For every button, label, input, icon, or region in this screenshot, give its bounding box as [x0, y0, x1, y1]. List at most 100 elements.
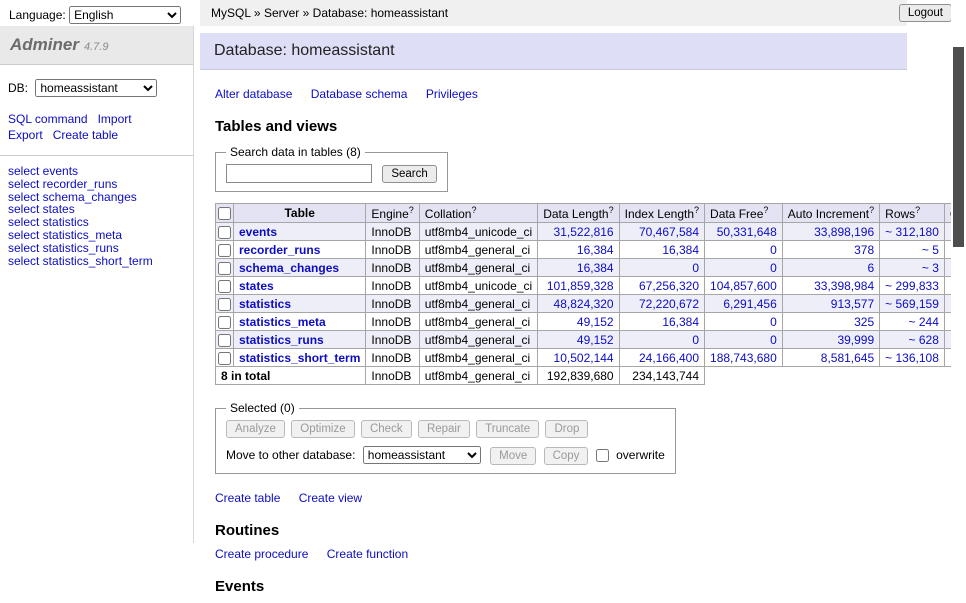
data-length-link[interactable]: 48,824,320: [554, 297, 614, 311]
index-length-cell[interactable]: 24,166,400: [619, 349, 704, 367]
index-length-link[interactable]: 0: [692, 261, 699, 275]
rows-cell[interactable]: ~ 5: [880, 241, 945, 259]
privileges-link[interactable]: Privileges: [426, 87, 478, 101]
index-length-link[interactable]: 70,467,584: [639, 225, 699, 239]
index-length-cell[interactable]: 0: [619, 331, 704, 349]
sidebar-item-select-statistics-runs[interactable]: select statistics_runs: [8, 242, 185, 255]
row-checkbox[interactable]: [218, 298, 231, 311]
index-length-link[interactable]: 0: [692, 333, 699, 347]
data-length-link[interactable]: 49,152: [577, 315, 614, 329]
data-length-cell[interactable]: 10,502,144: [538, 349, 619, 367]
data-length-cell[interactable]: 48,824,320: [538, 295, 619, 313]
table-link[interactable]: recorder_runs: [239, 243, 320, 257]
row-checkbox-cell[interactable]: [216, 277, 234, 295]
sidebar-item-select-statistics-meta[interactable]: select statistics_meta: [8, 229, 185, 242]
language-select[interactable]: English: [69, 6, 181, 24]
rows-cell[interactable]: ~ 569,159: [880, 295, 945, 313]
rows-cell[interactable]: ~ 136,108: [880, 349, 945, 367]
move-button[interactable]: Move: [490, 447, 536, 465]
move-database-select[interactable]: homeassistant: [363, 446, 481, 464]
help-link[interactable]: ?: [609, 205, 614, 215]
help-link[interactable]: ?: [694, 205, 699, 215]
index-length-link[interactable]: 16,384: [662, 315, 699, 329]
index-length-link[interactable]: 16,384: [662, 243, 699, 257]
row-checkbox[interactable]: [218, 262, 231, 275]
create-function-link[interactable]: Create function: [327, 547, 408, 561]
index-length-cell[interactable]: 16,384: [619, 313, 704, 331]
rows-cell[interactable]: ~ 299,833: [880, 277, 945, 295]
breadcrumb-server-link[interactable]: Server: [264, 6, 299, 20]
data-length-link[interactable]: 49,152: [577, 333, 614, 347]
data-length-link[interactable]: 101,859,328: [547, 279, 614, 293]
help-link[interactable]: ?: [471, 205, 476, 215]
help-link[interactable]: ?: [763, 205, 768, 215]
data-length-link[interactable]: 31,522,816: [554, 225, 614, 239]
row-checkbox[interactable]: [218, 226, 231, 239]
app-name[interactable]: Adminer: [10, 35, 79, 54]
breadcrumb-mysql-link[interactable]: MySQL: [211, 6, 251, 20]
table-link[interactable]: events: [239, 225, 277, 239]
create-table-link[interactable]: Create table: [215, 491, 280, 505]
data-length-cell[interactable]: 49,152: [538, 313, 619, 331]
row-checkbox-cell[interactable]: [216, 313, 234, 331]
data-length-link[interactable]: 16,384: [577, 243, 614, 257]
overwrite-checkbox[interactable]: [596, 449, 609, 462]
row-checkbox-cell[interactable]: [216, 223, 234, 241]
table-link[interactable]: statistics_runs: [239, 333, 324, 347]
sidebar-item-select-events[interactable]: select events: [8, 165, 185, 178]
data-length-link[interactable]: 10,502,144: [554, 351, 614, 365]
data-length-cell[interactable]: 31,522,816: [538, 223, 619, 241]
sidebar-item-select-recorder-runs[interactable]: select recorder_runs: [8, 178, 185, 191]
rows-link[interactable]: ~ 3: [922, 261, 939, 275]
help-link[interactable]: ?: [915, 205, 920, 215]
sidebar-link-export[interactable]: Export: [8, 128, 43, 142]
row-checkbox[interactable]: [218, 280, 231, 293]
data-length-cell[interactable]: 49,152: [538, 331, 619, 349]
index-length-link[interactable]: 67,256,320: [639, 279, 699, 293]
scrollbar[interactable]: [951, 0, 966, 543]
row-checkbox-cell[interactable]: [216, 349, 234, 367]
data-length-cell[interactable]: 16,384: [538, 241, 619, 259]
analyze-button[interactable]: Analyze: [226, 420, 285, 438]
sidebar-item-select-statistics-short-term[interactable]: select statistics_short_term: [8, 255, 185, 268]
table-link[interactable]: statistics_short_term: [239, 351, 360, 365]
table-link[interactable]: states: [239, 279, 274, 293]
rows-cell[interactable]: ~ 244: [880, 313, 945, 331]
help-link[interactable]: ?: [869, 205, 874, 215]
database-schema-link[interactable]: Database schema: [311, 87, 408, 101]
copy-button[interactable]: Copy: [544, 447, 589, 465]
create-view-link[interactable]: Create view: [299, 491, 362, 505]
select-all-checkbox[interactable]: [218, 207, 231, 220]
search-tables-input[interactable]: [226, 164, 372, 183]
repair-button[interactable]: Repair: [418, 420, 470, 438]
table-link[interactable]: statistics: [239, 297, 291, 311]
alter-database-link[interactable]: Alter database: [215, 87, 292, 101]
rows-link[interactable]: ~ 569,159: [885, 297, 939, 311]
help-link[interactable]: ?: [409, 205, 414, 215]
index-length-cell[interactable]: 70,467,584: [619, 223, 704, 241]
row-checkbox[interactable]: [218, 316, 231, 329]
row-checkbox-cell[interactable]: [216, 331, 234, 349]
rows-link[interactable]: ~ 312,180: [885, 225, 939, 239]
table-link[interactable]: schema_changes: [239, 261, 339, 275]
index-length-cell[interactable]: 72,220,672: [619, 295, 704, 313]
truncate-button[interactable]: Truncate: [476, 420, 539, 438]
overwrite-label[interactable]: overwrite: [616, 448, 665, 462]
row-checkbox[interactable]: [218, 244, 231, 257]
rows-cell[interactable]: ~ 3: [880, 259, 945, 277]
scrollbar-thumb[interactable]: [953, 47, 964, 247]
row-checkbox-cell[interactable]: [216, 241, 234, 259]
row-checkbox-cell[interactable]: [216, 295, 234, 313]
sidebar-link-import[interactable]: Import: [98, 112, 132, 126]
search-button[interactable]: Search: [382, 165, 436, 183]
create-procedure-link[interactable]: Create procedure: [215, 547, 308, 561]
drop-button[interactable]: Drop: [545, 420, 588, 438]
logout-button[interactable]: Logout: [899, 4, 952, 22]
optimize-button[interactable]: Optimize: [291, 420, 354, 438]
sidebar-link-sql-command[interactable]: SQL command: [8, 112, 88, 126]
rows-link[interactable]: ~ 244: [909, 315, 939, 329]
check-button[interactable]: Check: [361, 420, 412, 438]
row-checkbox-cell[interactable]: [216, 259, 234, 277]
index-length-link[interactable]: 72,220,672: [639, 297, 699, 311]
data-length-cell[interactable]: 101,859,328: [538, 277, 619, 295]
